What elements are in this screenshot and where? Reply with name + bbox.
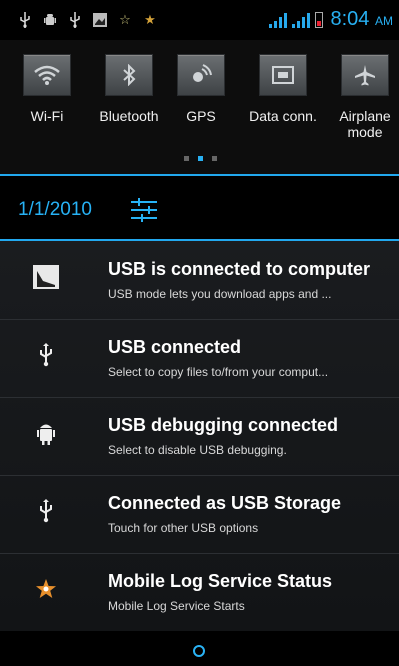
notification-title: USB connected <box>108 337 242 357</box>
gps-icon <box>177 54 225 96</box>
quick-setting-label: Bluetooth <box>99 108 159 124</box>
notification-title: Mobile Log Service Status <box>108 571 333 591</box>
android-debug-icon <box>32 419 60 447</box>
status-bar: ☆ ★ 8:04 AM <box>0 0 399 40</box>
divider <box>0 174 399 176</box>
usb-icon <box>68 12 82 28</box>
page-indicator <box>184 156 217 161</box>
page-dot <box>212 156 217 161</box>
date-row: 1/1/2010 <box>0 177 399 239</box>
notification-subtitle: Select to disable USB debugging. <box>108 443 287 457</box>
android-debug-icon <box>43 12 57 28</box>
data-connection-icon <box>259 54 307 96</box>
quick-setting-bluetooth[interactable]: Bluetooth <box>90 54 168 124</box>
star-icon <box>32 575 60 603</box>
signal-strength-icon <box>268 12 287 28</box>
clock-ampm: AM <box>375 14 393 28</box>
notification-drag-handle[interactable] <box>0 631 399 666</box>
usb-icon <box>18 12 32 28</box>
notification-title: Connected as USB Storage <box>108 493 342 513</box>
clock-time: 8:04 <box>330 8 370 30</box>
usb-computer-icon <box>32 263 60 291</box>
notification-mobile-log[interactable]: Mobile Log Service Status Mobile Log Ser… <box>0 553 399 631</box>
quick-setting-label: Data conn. <box>249 108 317 124</box>
status-icons-left: ☆ ★ <box>18 12 157 28</box>
notification-usb-storage[interactable]: Connected as USB Storage Touch for other… <box>0 475 399 553</box>
quick-settings-panel: Wi-Fi Bluetooth GPS Data conn. Airplane … <box>0 40 399 175</box>
screenshot-icon <box>93 12 107 28</box>
settings-sliders-icon[interactable] <box>131 198 157 222</box>
quick-setting-data-connection[interactable]: Data conn. <box>244 54 322 124</box>
usb-icon <box>32 341 60 369</box>
page-dot <box>184 156 189 161</box>
signal-strength-icon <box>291 12 310 28</box>
star-outline-icon: ☆ <box>119 12 131 28</box>
quick-setting-gps[interactable]: GPS <box>162 54 240 124</box>
usb-icon <box>32 497 60 525</box>
bluetooth-icon <box>105 54 153 96</box>
airplane-icon <box>341 54 389 96</box>
notification-usb-connected[interactable]: USB connected Select to copy files to/fr… <box>0 319 399 397</box>
wifi-icon <box>23 54 71 96</box>
quick-setting-label: Wi-Fi <box>30 108 64 124</box>
notification-list: USB is connected to computer USB mode le… <box>0 241 399 631</box>
notification-title: USB debugging connected <box>108 415 339 435</box>
notification-subtitle: Select to copy files to/from your comput… <box>108 365 329 379</box>
status-icons-right: 8:04 AM <box>268 8 394 31</box>
notification-usb-computer[interactable]: USB is connected to computer USB mode le… <box>0 241 399 319</box>
notification-title: USB is connected to computer <box>108 259 371 279</box>
clock: 8:04 AM <box>331 8 394 31</box>
page-dot-active <box>198 156 203 161</box>
quick-setting-wifi[interactable]: Wi-Fi <box>8 54 86 124</box>
notification-subtitle: USB mode lets you download apps and ... <box>108 287 332 301</box>
notification-subtitle: Touch for other USB options <box>108 521 259 535</box>
quick-setting-label: Airplane mode <box>339 108 391 140</box>
handle-circle-icon <box>193 645 205 657</box>
notification-subtitle: Mobile Log Service Starts <box>108 599 245 613</box>
quick-setting-label: GPS <box>186 108 216 124</box>
notification-usb-debugging[interactable]: USB debugging connected Select to disabl… <box>0 397 399 475</box>
date-label: 1/1/2010 <box>18 199 92 220</box>
star-icon: ★ <box>144 12 156 28</box>
battery-icon <box>314 11 323 28</box>
quick-setting-airplane-mode[interactable]: Airplane mode <box>330 54 399 140</box>
